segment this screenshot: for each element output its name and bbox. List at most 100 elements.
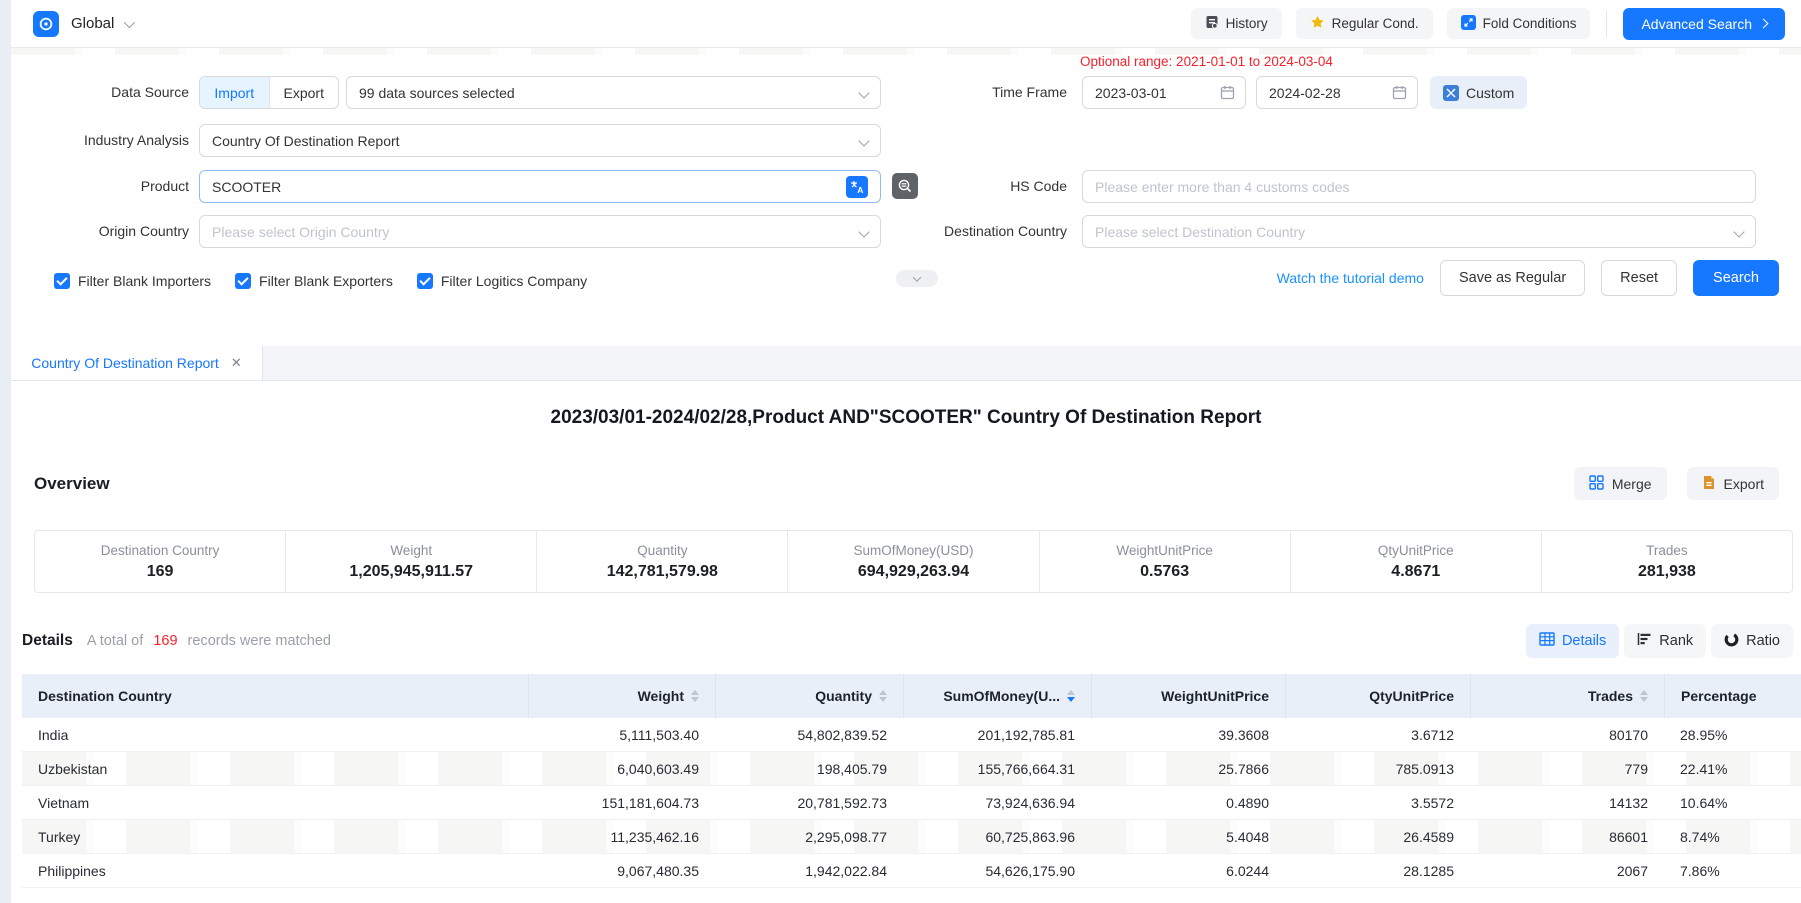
start-date-input[interactable]: 2023-03-01 <box>1082 76 1246 109</box>
stat-label: Quantity <box>637 543 687 558</box>
hs-code-input[interactable]: Please enter more than 4 customs codes <box>1082 170 1756 203</box>
close-icon[interactable]: ✕ <box>231 355 242 371</box>
industry-analysis-label: Industry Analysis <box>11 124 189 157</box>
row-value-cell: 6,040,603.49 <box>528 761 715 777</box>
checkbox-checked-icon <box>235 273 251 289</box>
filter-blank-importers-checkbox[interactable]: Filter Blank Importers <box>54 273 211 289</box>
overview-stat: Destination Country 169 <box>35 531 285 592</box>
view-details-label: Details <box>1562 633 1606 649</box>
tab-country-of-destination-report[interactable]: Country Of Destination Report ✕ <box>11 346 263 380</box>
stat-value: 4.8671 <box>1391 563 1440 581</box>
row-value-cell: 54,802,839.52 <box>715 727 903 743</box>
checkbox-label: Filter Logitics Company <box>441 273 587 289</box>
stat-label: WeightUnitPrice <box>1116 543 1213 558</box>
translate-icon[interactable]: A <box>846 176 868 198</box>
data-sources-value: 99 data sources selected <box>359 85 515 101</box>
row-value-cell: 5,111,503.40 <box>528 727 715 743</box>
origin-country-select[interactable]: Please select Origin Country <box>199 215 881 248</box>
sort-icon[interactable] <box>879 690 887 702</box>
divider <box>1606 11 1607 37</box>
row-value-cell: 54,626,175.90 <box>903 863 1091 879</box>
sort-icon[interactable] <box>1067 690 1075 702</box>
custom-range-button[interactable]: Custom <box>1430 76 1527 109</box>
row-value-cell: 3.5572 <box>1285 795 1470 811</box>
data-source-label: Data Source <box>11 76 189 109</box>
data-sources-select[interactable]: 99 data sources selected <box>346 76 881 109</box>
view-rank-label: Rank <box>1659 633 1693 649</box>
table-column-header[interactable]: SumOfMoney(U... <box>903 674 1091 718</box>
industry-analysis-select[interactable]: Country Of Destination Report <box>199 124 881 157</box>
star-icon <box>1310 15 1325 33</box>
history-button[interactable]: History <box>1191 8 1282 39</box>
regular-cond-button[interactable]: Regular Cond. <box>1296 8 1433 39</box>
search-button[interactable]: Search <box>1693 260 1779 296</box>
row-country-cell: India <box>22 727 528 743</box>
row-value-cell: 785.0913 <box>1285 761 1470 777</box>
destination-country-select[interactable]: Please select Destination Country <box>1082 215 1756 248</box>
table-body: India5,111,503.4054,802,839.52201,192,78… <box>22 718 1801 888</box>
stat-value: 142,781,579.98 <box>607 563 718 581</box>
table-row[interactable]: Philippines9,067,480.351,942,022.8454,62… <box>22 854 1801 888</box>
stat-label: Weight <box>390 543 432 558</box>
table-column-header: QtyUnitPrice <box>1285 674 1470 718</box>
details-table: Destination CountryWeightQuantity SumOfMo… <box>22 674 1801 888</box>
stat-value: 169 <box>147 563 174 581</box>
row-value-cell: 28.95% <box>1664 727 1801 743</box>
checkbox-label: Filter Blank Exporters <box>259 273 393 289</box>
match-suffix: records were matched <box>188 633 331 649</box>
sort-icon[interactable] <box>1640 690 1648 702</box>
checkbox-checked-icon <box>54 273 70 289</box>
match-count: 169 <box>153 633 177 649</box>
reset-button[interactable]: Reset <box>1601 260 1677 296</box>
collapse-form-button[interactable] <box>896 270 938 287</box>
column-label: Percentage <box>1681 688 1756 704</box>
table-row[interactable]: Vietnam151,181,604.7320,781,592.7373,924… <box>22 786 1801 820</box>
table-row[interactable]: Turkey11,235,462.162,295,098.7760,725,86… <box>22 820 1801 854</box>
view-details-button[interactable]: Details <box>1526 624 1619 658</box>
tutorial-link[interactable]: Watch the tutorial demo <box>1277 270 1424 286</box>
view-rank-button[interactable]: Rank <box>1624 624 1706 658</box>
filter-logitics-company-checkbox[interactable]: Filter Logitics Company <box>417 273 587 289</box>
sort-icon[interactable] <box>691 690 699 702</box>
filter-blank-exporters-checkbox[interactable]: Filter Blank Exporters <box>235 273 393 289</box>
stat-value: 281,938 <box>1638 563 1696 581</box>
table-row[interactable]: India5,111,503.4054,802,839.52201,192,78… <box>22 718 1801 752</box>
product-input[interactable]: SCOOTER A <box>199 170 881 203</box>
table-column-header[interactable]: Trades <box>1470 674 1664 718</box>
row-value-cell: 25.7866 <box>1091 761 1285 777</box>
end-date-input[interactable]: 2024-02-28 <box>1256 76 1418 109</box>
overview-heading: Overview <box>34 474 110 494</box>
stat-label: Destination Country <box>101 543 220 558</box>
workspace-name[interactable]: Global <box>71 15 114 32</box>
import-toggle[interactable]: Import <box>200 77 269 108</box>
column-label: SumOfMoney(U... <box>943 688 1060 704</box>
watermark-strip <box>11 48 1801 55</box>
table-column-header[interactable]: Weight <box>528 674 715 718</box>
row-country-cell: Uzbekistan <box>22 761 528 777</box>
table-column-header[interactable]: Quantity <box>715 674 903 718</box>
row-value-cell: 39.3608 <box>1091 727 1285 743</box>
merge-label: Merge <box>1612 476 1652 492</box>
table-view-icon <box>1539 632 1555 650</box>
save-as-regular-button[interactable]: Save as Regular <box>1440 260 1585 296</box>
export-button[interactable]: Export <box>1687 467 1779 500</box>
export-toggle[interactable]: Export <box>269 77 339 108</box>
row-value-cell: 155,766,664.31 <box>903 761 1091 777</box>
app-logo-icon[interactable] <box>33 11 59 37</box>
view-ratio-button[interactable]: Ratio <box>1711 624 1793 658</box>
fold-conditions-button[interactable]: Fold Conditions <box>1447 8 1591 39</box>
history-icon <box>1205 15 1219 32</box>
table-column-header: Destination Country <box>22 674 528 718</box>
table-row[interactable]: Uzbekistan6,040,603.49198,405.79155,766,… <box>22 752 1801 786</box>
stat-label: Trades <box>1646 543 1688 558</box>
checkbox-label: Filter Blank Importers <box>78 273 211 289</box>
chevron-down-icon[interactable] <box>124 16 135 27</box>
table-column-header: WeightUnitPrice <box>1091 674 1285 718</box>
custom-label: Custom <box>1466 85 1514 101</box>
row-value-cell: 73,924,636.94 <box>903 795 1091 811</box>
row-value-cell: 2067 <box>1470 863 1664 879</box>
overview-header: Overview Merge Export <box>34 467 1779 500</box>
merge-button[interactable]: Merge <box>1574 467 1667 500</box>
details-header: Details A total of 169 records were matc… <box>22 623 1793 659</box>
advanced-search-button[interactable]: Advanced Search <box>1623 8 1785 40</box>
